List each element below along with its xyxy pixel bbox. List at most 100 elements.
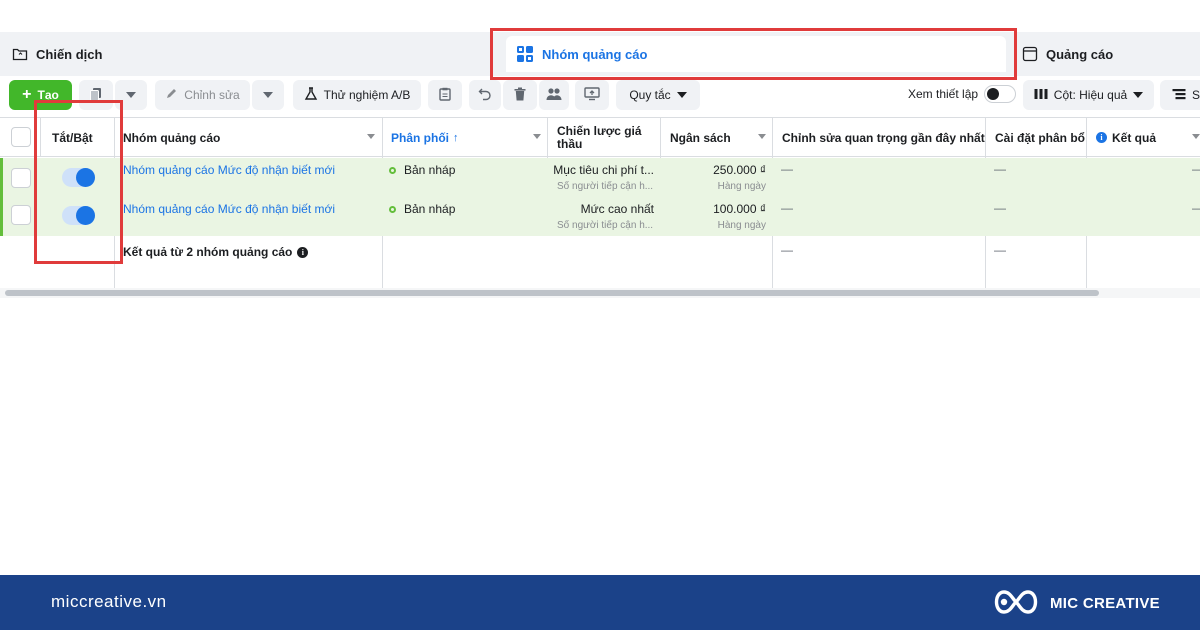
results-value: — — [1192, 201, 1200, 215]
pencil-icon — [165, 87, 178, 103]
undo-icon — [478, 87, 492, 104]
bid-strategy-subtext: Số người tiếp cận h... — [557, 181, 654, 192]
header-bid-strategy[interactable]: Chiến lược giá thầu — [557, 118, 653, 157]
chevron-down-icon[interactable] — [1192, 134, 1200, 139]
duplicate-icon — [89, 87, 103, 104]
duplicate-dropdown-button[interactable] — [115, 80, 147, 110]
tab-ads-label: Quảng cáo — [1046, 46, 1114, 62]
table-row[interactable]: Nhóm quảng cáo Mức độ nhận biết mới Bản … — [0, 197, 1200, 236]
footer-brand-name: MIC CREATIVE — [1050, 595, 1160, 612]
row-checkbox[interactable] — [11, 168, 31, 188]
adset-on-off-toggle[interactable] — [62, 168, 95, 187]
delivery-status: Bản nháp — [389, 163, 455, 177]
row-checkbox[interactable] — [11, 205, 31, 225]
ad-window-icon — [1022, 46, 1038, 62]
chevron-down-icon — [263, 92, 273, 98]
adset-name-link[interactable]: Nhóm quảng cáo Mức độ nhận biết mới — [123, 202, 335, 216]
summary-recent-edits: — — [781, 243, 793, 257]
row-selected-indicator — [0, 197, 3, 236]
columns-icon — [1034, 88, 1048, 103]
tab-ad-sets[interactable]: Nhóm quảng cáo — [506, 36, 1006, 72]
export-button[interactable] — [575, 80, 609, 110]
header-delivery-label: Phân phối — [391, 130, 449, 145]
level-tab-bar: Chiến dịch Nhóm quảng cáo Quảng cáo — [0, 32, 1200, 76]
chevron-down-icon[interactable] — [533, 134, 541, 139]
ab-test-label: Thử nghiệm A/B — [323, 88, 411, 102]
header-results-label: Kết quả — [1112, 130, 1157, 145]
header-budget-label: Ngân sách — [670, 130, 731, 145]
chevron-down-icon[interactable] — [758, 134, 766, 139]
results-value: — — [1192, 162, 1200, 176]
export-icon — [584, 86, 600, 104]
delivery-status: Bản nháp — [389, 202, 455, 216]
clipboard-icon — [439, 87, 451, 104]
attribution-value: — — [994, 162, 1006, 176]
recent-edits-value: — — [781, 201, 793, 215]
undo-button[interactable] — [469, 80, 501, 110]
columns-label: Cột: Hiệu quả — [1053, 88, 1128, 102]
breakdown-dropdown[interactable]: Sự — [1160, 80, 1200, 110]
table-row[interactable]: Nhóm quảng cáo Mức độ nhận biết mới Bản … — [0, 158, 1200, 197]
header-attribution[interactable]: Cài đặt phân bổ — [995, 118, 1085, 157]
brand-footer: miccreative.vn MIC CREATIVE — [0, 575, 1200, 630]
tab-campaigns[interactable]: Chiến dịch — [12, 32, 102, 76]
status-dot-icon — [389, 205, 396, 213]
header-recent-edits[interactable]: Chỉnh sửa quan trọng gần đây nhất — [782, 118, 985, 157]
duplicate-button[interactable] — [79, 80, 113, 110]
grid-icon — [516, 45, 534, 63]
info-icon[interactable]: i — [1096, 132, 1107, 143]
edit-button[interactable]: Chỉnh sửa — [155, 80, 250, 110]
toolbar: + Tạo Chỉnh sửa Thử nghiệm A/B Quy tắc X… — [0, 76, 1200, 116]
bid-strategy-value: Mục tiêu chi phí t... — [553, 163, 654, 177]
flask-icon — [304, 86, 318, 104]
budget-value[interactable]: 100.000 ₫ — [713, 202, 766, 216]
adsets-table: Tắt/Bật Nhóm quảng cáo Phân phối ↑ Chiến… — [0, 117, 1200, 365]
recent-edits-value: — — [781, 162, 793, 176]
people-icon — [546, 87, 562, 104]
tab-ad-sets-label: Nhóm quảng cáo — [542, 46, 648, 62]
audience-button[interactable] — [539, 80, 569, 110]
adset-on-off-toggle[interactable] — [62, 206, 95, 225]
table-header-row: Tắt/Bật Nhóm quảng cáo Phân phối ↑ Chiến… — [0, 118, 1200, 157]
header-toggle: Tắt/Bật — [52, 130, 93, 145]
delete-button[interactable] — [503, 80, 537, 110]
breakdown-label: Sự — [1192, 88, 1200, 102]
header-bid-strategy-label: Chiến lược giá thầu — [557, 123, 642, 151]
header-recent-edits-label: Chỉnh sửa quan trọng gần đây nhất — [782, 130, 985, 145]
bid-strategy-value: Mức cao nhất — [580, 202, 654, 216]
columns-dropdown[interactable]: Cột: Hiệu quả — [1023, 80, 1154, 110]
view-setup-label: Xem thiết lập — [908, 87, 979, 101]
select-all-checkbox[interactable] — [11, 127, 31, 147]
rules-label: Quy tắc — [629, 88, 671, 102]
edit-button-label: Chỉnh sửa — [184, 88, 240, 102]
summary-attribution: — — [994, 243, 1006, 257]
adset-name-link[interactable]: Nhóm quảng cáo Mức độ nhận biết mới — [123, 163, 335, 177]
chevron-down-icon — [1133, 92, 1144, 98]
tab-ads[interactable]: Quảng cáo — [1022, 32, 1113, 76]
tab-campaigns-label: Chiến dịch — [36, 46, 103, 62]
header-budget[interactable]: Ngân sách — [670, 118, 731, 157]
top-spacer — [0, 0, 1200, 32]
breakdown-icon — [1172, 88, 1186, 103]
horizontal-scrollbar-thumb[interactable] — [5, 290, 1099, 296]
bid-strategy-subtext: Số người tiếp cận h... — [557, 220, 654, 231]
ab-test-button[interactable]: Thử nghiệm A/B — [293, 80, 421, 110]
info-icon[interactable]: i — [297, 246, 309, 258]
create-button[interactable]: + Tạo — [9, 80, 72, 110]
edit-dropdown-button[interactable] — [252, 80, 284, 110]
summary-label: Kết quả từ 2 nhóm quảng cáo i — [123, 245, 309, 259]
header-results[interactable]: i Kết quả — [1096, 118, 1156, 157]
header-delivery[interactable]: Phân phối ↑ — [391, 118, 459, 157]
header-attribution-label: Cài đặt phân bổ — [995, 130, 1085, 145]
header-ad-set-name[interactable]: Nhóm quảng cáo — [123, 118, 220, 157]
rules-dropdown[interactable]: Quy tắc — [616, 80, 700, 110]
sort-ascending-icon: ↑ — [453, 131, 459, 144]
attribution-value: — — [994, 201, 1006, 215]
budget-type: Hàng ngày — [717, 181, 766, 192]
chevron-down-icon[interactable] — [367, 134, 375, 139]
chevron-down-icon — [676, 92, 687, 98]
view-setup-toggle[interactable] — [984, 85, 1016, 103]
budget-value[interactable]: 250.000 ₫ — [713, 163, 766, 177]
clipboard-button[interactable] — [428, 80, 462, 110]
row-selected-indicator — [0, 158, 3, 197]
